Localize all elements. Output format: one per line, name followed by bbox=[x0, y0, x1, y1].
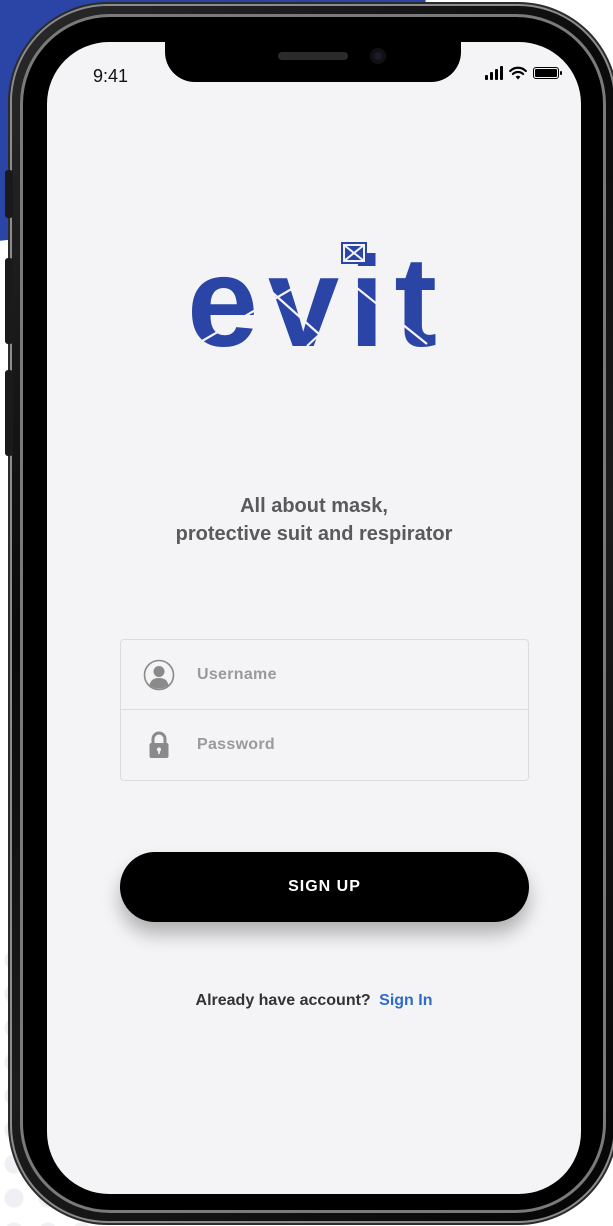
status-time: 9:41 bbox=[93, 66, 129, 86]
speaker-grille bbox=[278, 52, 348, 60]
password-row bbox=[121, 710, 528, 780]
phone-notch bbox=[165, 42, 461, 82]
status-icons bbox=[485, 66, 562, 80]
tagline-line-1: All about mask, bbox=[240, 495, 388, 517]
signal-icon bbox=[485, 66, 503, 80]
login-form bbox=[120, 639, 529, 781]
tagline-line-2: protective suit and respirator bbox=[175, 523, 453, 545]
lock-icon bbox=[121, 731, 197, 759]
user-icon bbox=[121, 659, 197, 691]
svg-text:evit: evit bbox=[187, 240, 436, 355]
canvas: 9:41 evit All about mask, protective sui… bbox=[0, 0, 613, 1226]
phone-volume-down bbox=[5, 370, 13, 456]
tagline: All about mask, protective suit and resp… bbox=[47, 492, 581, 548]
battery-icon bbox=[533, 67, 562, 79]
password-input[interactable] bbox=[197, 736, 497, 754]
username-input[interactable] bbox=[197, 665, 497, 684]
username-row bbox=[121, 640, 528, 710]
camera-icon bbox=[370, 48, 386, 64]
signin-row: Already have account? Sign In bbox=[47, 992, 581, 1010]
phone-silent-switch bbox=[5, 170, 13, 218]
wifi-icon bbox=[509, 66, 527, 80]
signin-question: Already have account? bbox=[195, 992, 371, 1009]
phone-screen: 9:41 evit All about mask, protective sui… bbox=[47, 42, 581, 1194]
signin-link[interactable]: Sign In bbox=[379, 992, 432, 1009]
signup-button[interactable]: SIGN UP bbox=[120, 852, 529, 922]
phone-volume-up bbox=[5, 258, 13, 344]
evit-logo: evit bbox=[187, 240, 437, 355]
